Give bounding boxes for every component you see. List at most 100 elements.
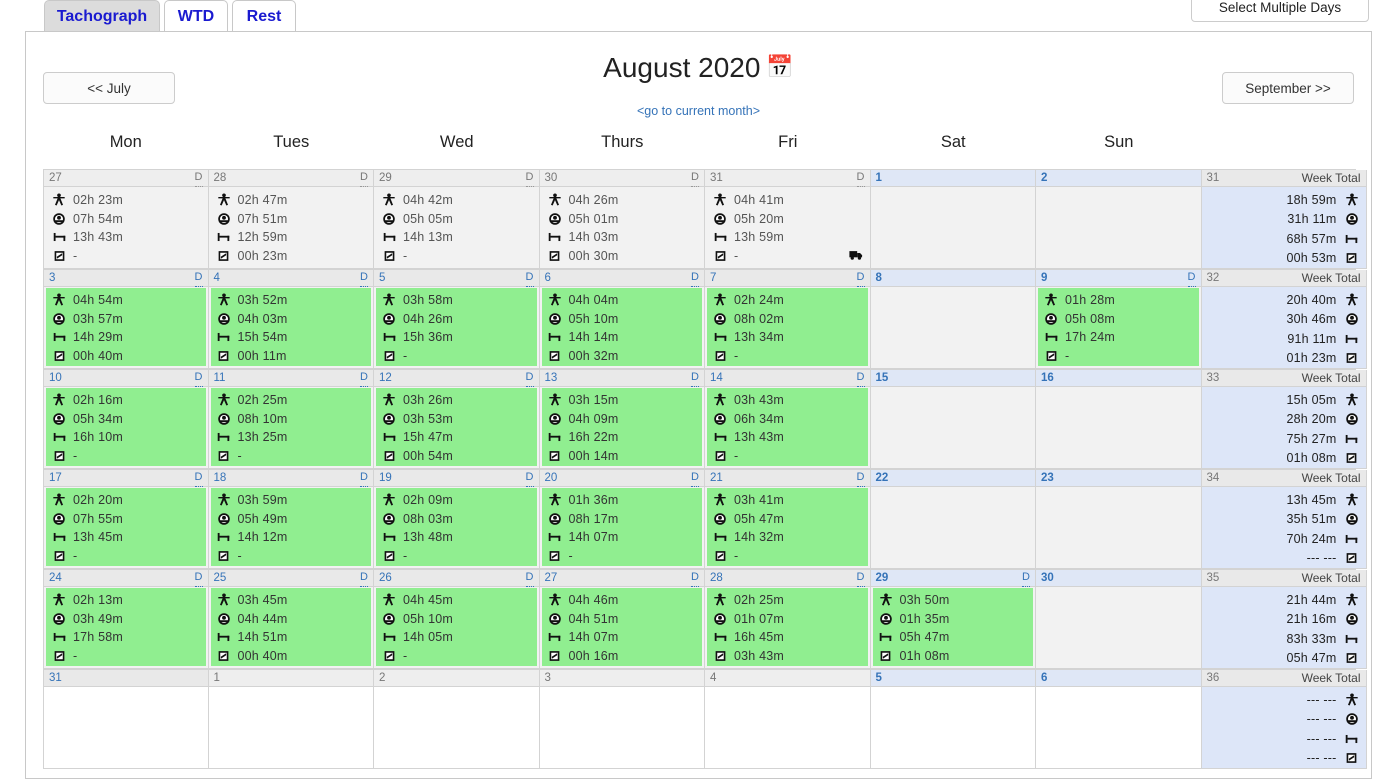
poa-icon [547,349,563,363]
rest-icon [216,530,232,544]
day-digital-flag[interactable]: D [194,469,203,487]
day-digital-flag[interactable]: D [1187,269,1196,287]
activity-line: 14h 32m [712,528,868,547]
tab-rest-label: Rest [246,7,282,25]
calendar-day-cell[interactable]: 29 D 03h 50m 01h 35m 05h 47m 01h 08m [870,569,1036,669]
calendar-day-cell[interactable]: 8 [870,270,1036,369]
day-digital-flag[interactable]: D [194,369,203,387]
tab-rest[interactable]: Rest [232,0,296,32]
day-digital-flag[interactable]: D [691,169,699,187]
go-to-current-month-link[interactable]: <go to current month> [26,104,1371,118]
calendar-day-cell[interactable]: 23 [1036,470,1202,569]
calendar-day-cell[interactable]: 3 [539,670,705,769]
day-digital-flag[interactable]: D [360,269,368,287]
calendar-day-cell[interactable]: 10 D 02h 16m 05h 34m 16h 10m - [43,370,209,469]
day-digital-flag[interactable]: D [525,169,534,187]
calendar-day-cell[interactable]: 27 D 02h 23m 07h 54m 13h 43m - [43,170,209,269]
calendar-day-cell[interactable]: 28 D 02h 25m 01h 07m 16h 45m 03h 43m [705,570,871,669]
calendar-day-cell[interactable]: 26 D 04h 45m 05h 10m 14h 05m - [374,570,540,669]
calendar-day-cell[interactable]: 25 D 03h 45m 04h 44m 14h 51m 00h 40m [208,569,374,669]
calendar-day-cell[interactable]: 31 [43,670,209,769]
day-digital-flag[interactable]: D [194,269,203,287]
day-activity-summary: 03h 15m 04h 09m 16h 22m 00h 14m [541,388,702,466]
activity-value: 03h 43m [734,648,785,663]
day-digital-flag[interactable]: D [360,469,368,487]
day-digital-flag[interactable]: D [194,169,203,187]
calendar-day-cell[interactable]: 22 [870,470,1036,569]
calendar-day-cell[interactable]: 6 [1036,670,1202,769]
calendar-day-cell[interactable]: 20 D 01h 36m 08h 17m 14h 07m - [539,469,705,569]
calendar-day-cell[interactable]: 16 [1036,370,1202,469]
tab-wtd[interactable]: WTD [164,0,228,32]
activity-line: 02h 25m [216,391,372,410]
calendar-day-cell[interactable]: 27 D 04h 46m 04h 51m 14h 07m 00h 16m [539,569,705,669]
day-digital-flag[interactable]: D [525,569,534,587]
select-multiple-days-button[interactable]: Select Multiple Days [1191,0,1369,22]
rest-icon [51,530,67,544]
calendar-day-cell[interactable]: 14 D 03h 43m 06h 34m 13h 43m - [705,370,871,469]
day-digital-flag[interactable]: D [1022,569,1030,587]
calendar-day-cell[interactable]: 29 D 04h 42m 05h 05m 14h 13m - [374,170,540,269]
calendar-day-cell[interactable]: 15 [870,370,1036,469]
calendar-day-cell[interactable]: 5 [870,670,1036,769]
day-digital-flag[interactable]: D [856,469,865,487]
calendar-day-cell[interactable]: 21 D 03h 41m 05h 47m 14h 32m - [705,470,871,569]
calendar-day-cell[interactable]: 17 D 02h 20m 07h 55m 13h 45m - [43,470,209,569]
calendar-icon[interactable]: 📅 [766,54,793,79]
day-activity-summary: 02h 16m 05h 34m 16h 10m - [46,388,206,466]
day-digital-flag[interactable]: D [194,569,203,587]
calendar-day-cell[interactable]: 4 D 03h 52m 04h 03m 15h 54m 00h 11m [208,269,374,369]
week-total-value: 31h 11m [1287,212,1337,227]
drive-icon [712,612,728,626]
calendar-day-cell[interactable]: 18 D 03h 59m 05h 49m 14h 12m - [208,469,374,569]
day-number: 2 [379,671,386,684]
calendar-day-cell[interactable]: 2 [1036,170,1202,269]
poa-icon [381,449,397,463]
calendar-day-cell[interactable]: 30 D 04h 26m 05h 01m 14h 03m 00h 30m [539,169,705,269]
day-digital-flag[interactable]: D [691,269,699,287]
day-digital-flag[interactable]: D [525,469,534,487]
calendar-day-cell[interactable]: 19 D 02h 09m 08h 03m 13h 48m - [374,470,540,569]
calendar-day-cell[interactable]: 13 D 03h 15m 04h 09m 16h 22m 00h 14m [539,369,705,469]
calendar-day-header: 29 D [374,170,539,187]
calendar-day-cell[interactable]: 2 [374,670,540,769]
day-digital-flag[interactable]: D [856,269,865,287]
activity-line: 03h 41m [712,491,868,510]
calendar-day-cell[interactable]: 12 D 03h 26m 03h 53m 15h 47m 00h 54m [374,370,540,469]
calendar-day-cell[interactable]: 28 D 02h 47m 07h 51m 12h 59m 00h 23m [208,169,374,269]
day-digital-flag[interactable]: D [525,269,534,287]
week-total-line: 20h 40m [1202,290,1360,310]
day-digital-flag[interactable]: D [691,369,699,387]
rest-icon [547,430,563,444]
day-digital-flag[interactable]: D [525,369,534,387]
activity-value: 05h 08m [1065,311,1116,326]
calendar-day-cell[interactable]: 9 D 01h 28m 05h 08m 17h 24m - [1036,270,1202,369]
day-digital-flag[interactable]: D [856,569,865,587]
calendar-day-cell[interactable]: 11 D 02h 25m 08h 10m 13h 25m - [208,369,374,469]
day-digital-flag[interactable]: D [360,569,368,587]
calendar-day-cell[interactable]: 1 [870,170,1036,269]
calendar-day-cell[interactable]: 30 [1036,570,1202,669]
tab-tachograph[interactable]: Tachograph [44,0,160,32]
activity-line: 04h 26m [547,191,703,210]
calendar-day-cell[interactable]: 4 [705,670,871,769]
calendar-day-cell[interactable]: 6 D 04h 04m 05h 10m 14h 14m 00h 32m [539,269,705,369]
calendar-day-cell[interactable]: 31 D 04h 41m 05h 20m 13h 59m - [705,170,871,269]
day-digital-flag[interactable]: D [360,169,368,187]
day-digital-flag[interactable]: D [691,569,699,587]
calendar-day-cell[interactable]: 24 D 02h 13m 03h 49m 17h 58m - [43,570,209,669]
calendar-day-cell[interactable]: 1 [208,670,374,769]
poa-icon [1344,751,1360,765]
day-digital-flag[interactable]: D [856,169,865,187]
calendar-day-cell[interactable]: 5 D 03h 58m 04h 26m 15h 36m - [374,270,540,369]
week-total-body: 15h 05m 28h 20m 75h 27m 01h 08m [1201,387,1366,468]
day-digital-flag[interactable]: D [856,369,865,387]
calendar-day-cell[interactable]: 7 D 02h 24m 08h 02m 13h 34m - [705,270,871,369]
week-total-line: 75h 27m [1202,429,1360,449]
work-icon [1344,293,1360,307]
calendar-day-cell[interactable]: 3 D 04h 54m 03h 57m 14h 29m 00h 40m [43,270,209,369]
truck-icon[interactable] [848,247,865,263]
drive-icon [216,512,232,526]
day-digital-flag[interactable]: D [691,469,699,487]
day-digital-flag[interactable]: D [360,369,368,387]
